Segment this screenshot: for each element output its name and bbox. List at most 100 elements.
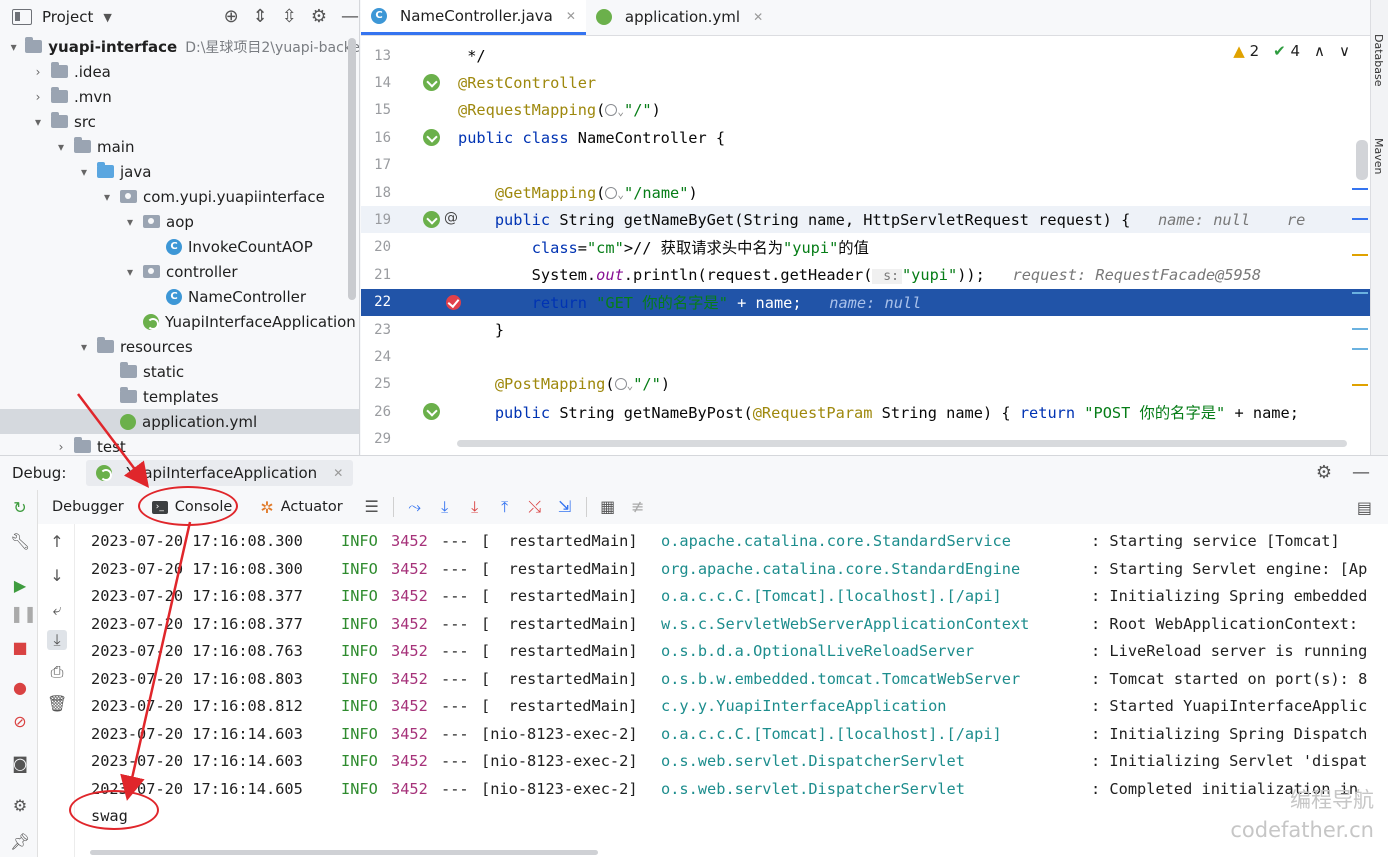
chevron-down-icon[interactable]: ▾ xyxy=(77,340,91,354)
tab-actuator[interactable]: ✲ Actuator xyxy=(246,490,356,524)
gear-icon[interactable]: ⚙ xyxy=(1316,462,1332,483)
show-execution-point-icon[interactable]: ⤳ xyxy=(404,496,426,518)
console-output[interactable]: 2023-07-20 17:16:08.300 INFO 3452 --- [ rest… xyxy=(76,524,1388,857)
code-line[interactable]: 20 class="cm">// 获取请求头中名为"yupi"的值 xyxy=(361,234,1370,261)
log-logger[interactable]: o.apache.catalina.core.StandardService xyxy=(661,528,1011,555)
stripe-mark[interactable] xyxy=(1352,328,1368,330)
log-logger[interactable]: c.y.y.YuapiInterfaceApplication xyxy=(661,693,947,720)
hide-icon[interactable]: — xyxy=(341,6,359,27)
resume-icon[interactable]: ▶ xyxy=(10,576,30,596)
tab-console[interactable]: ›_ Console xyxy=(138,490,247,524)
tree-item[interactable]: ▾ controller xyxy=(0,259,359,284)
mute-breakpoints-icon[interactable]: ⊘ xyxy=(10,712,30,732)
stripe-mark[interactable] xyxy=(1352,218,1368,220)
gutter[interactable] xyxy=(391,234,451,261)
line-number[interactable]: 17 xyxy=(361,157,391,173)
trace-icon[interactable]: ≢ xyxy=(627,496,649,518)
soft-wrap-icon[interactable]: ⤶ xyxy=(47,600,67,620)
chevron-down-icon[interactable]: ▾ xyxy=(31,115,45,129)
tree-item[interactable]: ▾ resources xyxy=(0,334,359,359)
line-number[interactable]: 26 xyxy=(361,404,391,420)
pin-icon[interactable]: 📌︎ xyxy=(10,832,30,852)
gutter[interactable] xyxy=(391,343,451,370)
tab-namecontroller[interactable]: C NameController.java ✕ xyxy=(361,0,586,35)
tree-item[interactable]: YuapiInterfaceApplication xyxy=(0,309,359,334)
line-number[interactable]: 25 xyxy=(361,376,391,392)
chevron-down-icon[interactable]: ▾ xyxy=(54,140,68,154)
trash-icon[interactable]: 🗑︎ xyxy=(47,694,67,714)
code-line[interactable]: 24 xyxy=(361,343,1370,370)
tree-scrollbar[interactable] xyxy=(348,38,356,300)
gutter[interactable] xyxy=(391,289,461,316)
tree-item[interactable]: C NameController xyxy=(0,284,359,309)
globe-icon[interactable] xyxy=(614,378,627,391)
error-stripe[interactable] xyxy=(1352,36,1370,455)
tab-application-yml[interactable]: application.yml ✕ xyxy=(586,0,773,35)
chevron-down-icon[interactable]: ▾ xyxy=(100,190,114,204)
line-number[interactable]: 20 xyxy=(361,239,391,255)
spring-bean-icon[interactable] xyxy=(423,211,440,229)
tree-item[interactable]: ▾ aop xyxy=(0,209,359,234)
log-logger[interactable]: o.a.c.c.C.[Tomcat].[localhost].[/api] xyxy=(661,721,1002,748)
camera-icon[interactable]: ◙ xyxy=(10,754,30,774)
drop-frame-icon[interactable]: ⤯ xyxy=(524,496,546,518)
chevron-right-icon[interactable]: › xyxy=(31,65,45,79)
menu-icon[interactable]: ☰ xyxy=(361,496,383,518)
line-number[interactable]: 18 xyxy=(361,185,391,201)
gutter[interactable] xyxy=(391,261,451,288)
line-number[interactable]: 19 xyxy=(361,212,391,228)
tree-item[interactable]: ▾ main xyxy=(0,134,359,159)
tree-item[interactable]: ▾ yuapi-interface D:\星球项目2\yuapi-backe xyxy=(0,34,359,59)
code-line[interactable]: 16 public class NameController { xyxy=(361,124,1370,151)
chevron-right-icon[interactable]: › xyxy=(54,440,68,454)
close-icon[interactable]: ✕ xyxy=(566,9,576,23)
line-number[interactable]: 15 xyxy=(361,102,391,118)
log-logger[interactable]: o.s.web.servlet.DispatcherServlet xyxy=(661,776,965,803)
line-number[interactable]: 14 xyxy=(361,75,391,91)
database-tool-button[interactable]: Database xyxy=(1372,34,1385,87)
log-logger[interactable]: org.apache.catalina.core.StandardEngine xyxy=(661,556,1020,583)
wrench-icon[interactable]: 🔧︎ xyxy=(10,532,30,552)
editor-scrollbar[interactable] xyxy=(1356,140,1368,180)
tree-item[interactable]: application.yml xyxy=(0,409,359,434)
spring-bean-icon[interactable] xyxy=(423,74,440,92)
step-out-icon[interactable]: ⤒ xyxy=(494,496,516,518)
gear-icon[interactable]: ⚙ xyxy=(311,6,327,27)
evaluate-icon[interactable]: ▦ xyxy=(597,496,619,518)
line-number[interactable]: 23 xyxy=(361,322,391,338)
stripe-mark[interactable] xyxy=(1352,254,1368,256)
line-number[interactable]: 21 xyxy=(361,267,391,283)
chevron-down-icon[interactable]: ▾ xyxy=(77,165,91,179)
chevron-down-icon[interactable]: ▾ xyxy=(123,265,137,279)
stripe-mark[interactable] xyxy=(1352,348,1368,350)
code-line[interactable]: 21 System.out.println(request.getHeader(… xyxy=(361,261,1370,288)
code-line[interactable]: 13 */ xyxy=(361,42,1370,69)
close-icon[interactable]: ✕ xyxy=(753,10,763,24)
maven-tool-button[interactable]: Maven xyxy=(1372,138,1385,174)
tree-item[interactable]: C InvokeCountAOP xyxy=(0,234,359,259)
gutter[interactable] xyxy=(391,371,451,398)
code-line[interactable]: 23 } xyxy=(361,316,1370,343)
line-number[interactable]: 16 xyxy=(361,130,391,146)
settings-icon[interactable]: ⚙ xyxy=(10,796,30,816)
run-to-cursor-icon[interactable]: ⇲ xyxy=(554,496,576,518)
step-into-icon[interactable]: ⤓ xyxy=(464,496,486,518)
locate-icon[interactable]: ⊕ xyxy=(224,6,239,27)
globe-icon[interactable] xyxy=(605,186,618,199)
code-line[interactable]: 18 @GetMapping(⌄"/name") xyxy=(361,179,1370,206)
tree-item[interactable]: ▾ src xyxy=(0,109,359,134)
log-logger[interactable]: w.s.c.ServletWebServerApplicationContext xyxy=(661,611,1029,638)
view-breakpoints-icon[interactable]: ● xyxy=(10,678,30,698)
tree-item[interactable]: static xyxy=(0,359,359,384)
arrow-up-icon[interactable]: ↑ xyxy=(47,532,67,552)
step-over-icon[interactable]: ⤓ xyxy=(434,496,456,518)
code-line[interactable]: 26 public String getNameByPost(@RequestP… xyxy=(361,398,1370,425)
pause-icon[interactable]: ❚❚ xyxy=(10,604,37,624)
gutter[interactable]: @ xyxy=(391,206,458,233)
code-line[interactable]: 17 xyxy=(361,152,1370,179)
tree-item[interactable]: ▾ java xyxy=(0,159,359,184)
layout-icon[interactable]: ▤ xyxy=(1357,498,1372,517)
gutter[interactable] xyxy=(391,398,451,425)
gutter[interactable] xyxy=(391,179,451,206)
console-scrollbar[interactable] xyxy=(90,850,598,855)
